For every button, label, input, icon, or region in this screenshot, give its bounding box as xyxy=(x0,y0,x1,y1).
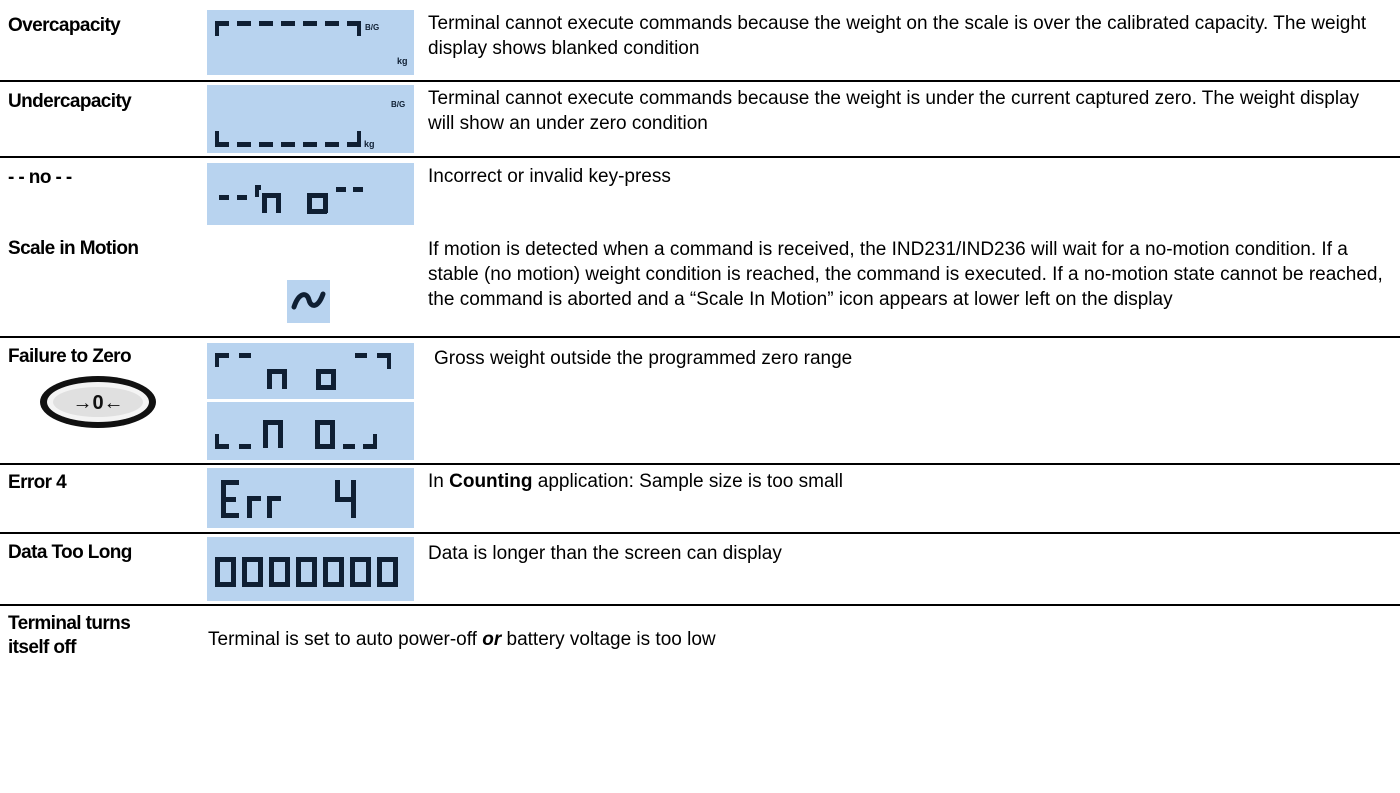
lcd-zero-digit xyxy=(269,557,290,587)
desc-suffix: battery voltage is too low xyxy=(501,629,716,650)
lcd-undercapacity: B/G kg xyxy=(207,85,414,153)
row-label-data-too-long: Data Too Long xyxy=(8,542,132,563)
row-desc-no: Incorrect or invalid key-press xyxy=(428,166,671,187)
lcd-unit-annotation: kg xyxy=(397,56,408,66)
lcd-zero-digit xyxy=(242,557,263,587)
row-label-undercapacity: Undercapacity xyxy=(8,91,132,112)
row-label-line-1: Terminal turns xyxy=(8,613,131,634)
desc-prefix: Terminal is set to auto power-off xyxy=(208,629,483,650)
row-divider xyxy=(0,532,1400,534)
center-of-zero-badge: →0← xyxy=(40,376,156,428)
lcd-no xyxy=(207,163,414,225)
desc-bold-counting: Counting xyxy=(449,471,533,492)
lcd-failure-to-zero-bottom-segments xyxy=(215,420,377,449)
row-label-line-2: itself off xyxy=(8,637,76,658)
lcd-unit-annotation: kg xyxy=(364,139,375,149)
row-divider xyxy=(0,463,1400,465)
lcd-failure-to-zero-bottom xyxy=(207,402,414,460)
row-label-error-4: Error 4 xyxy=(8,472,67,493)
row-desc-error-4: In Counting application: Sample size is … xyxy=(428,469,1388,494)
lcd-error-4 xyxy=(207,468,414,528)
row-desc-overcapacity: Terminal cannot execute commands because… xyxy=(428,13,1367,59)
desc-prefix: In xyxy=(428,471,450,492)
row-label-overcapacity: Overcapacity xyxy=(8,15,121,36)
lcd-zero-digit xyxy=(296,557,317,587)
motion-tilde-glyph xyxy=(291,291,326,310)
row-label-failure-to-zero: Failure to Zero xyxy=(8,346,132,367)
row-divider xyxy=(0,156,1400,158)
lcd-bg-annotation: B/G xyxy=(391,100,405,109)
row-divider xyxy=(0,604,1400,606)
row-label-terminal-off: Terminal turns itself off xyxy=(8,612,131,660)
lcd-bg-annotation: B/G xyxy=(365,23,379,32)
lcd-failure-to-zero-top xyxy=(207,343,414,399)
lcd-overcapacity-segments: B/G kg xyxy=(215,21,408,66)
center-of-zero-icon: →0← xyxy=(34,373,164,431)
row-desc-scale-in-motion: If motion is detected when a command is … xyxy=(428,239,1383,310)
error-table: Overcapacity B/G kg Terminal cannot exec… xyxy=(0,0,1400,793)
lcd-data-too-long-segments xyxy=(215,557,398,587)
lcd-failure-to-zero-top-segments xyxy=(215,353,391,390)
row-label-scale-in-motion: Scale in Motion xyxy=(8,238,139,259)
lcd-data-too-long xyxy=(207,537,414,601)
center-of-zero-text: →0← xyxy=(72,392,123,414)
row-desc-terminal-off: Terminal is set to auto power-off or bat… xyxy=(208,627,1358,652)
desc-emphasis-or: or xyxy=(482,629,502,650)
lcd-zero-digit xyxy=(377,557,398,587)
lcd-zero-digit xyxy=(350,557,371,587)
row-divider xyxy=(0,336,1400,338)
row-desc-undercapacity: Terminal cannot execute commands because… xyxy=(428,88,1360,134)
lcd-overcapacity: B/G kg xyxy=(207,10,414,75)
row-desc-failure-to-zero: Gross weight outside the programmed zero… xyxy=(434,348,853,369)
lcd-error-4-segments xyxy=(221,480,356,518)
lcd-zero-digit xyxy=(215,557,236,587)
motion-tilde-icon xyxy=(287,280,330,323)
row-desc-data-too-long: Data is longer than the screen can displ… xyxy=(428,543,782,564)
lcd-zero-digit xyxy=(323,557,344,587)
lcd-undercapacity-segments: B/G kg xyxy=(215,100,405,149)
desc-suffix: application: Sample size is too small xyxy=(532,471,843,492)
row-label-no: - - no - - xyxy=(8,167,72,188)
row-divider xyxy=(0,80,1400,82)
lcd-no-segments xyxy=(219,185,363,214)
